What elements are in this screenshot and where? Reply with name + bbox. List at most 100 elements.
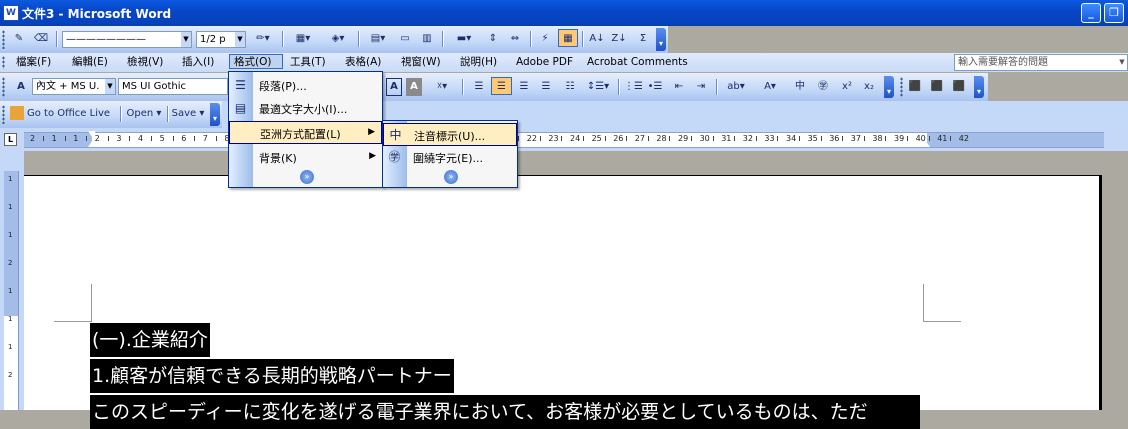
insert-table-icon[interactable]: ▤▾ <box>364 30 392 48</box>
menu-format[interactable]: 格式(O) <box>229 54 283 69</box>
font-color-icon[interactable]: A▾ <box>756 78 784 96</box>
eraser-icon[interactable]: ⌫ <box>32 30 50 48</box>
ruler-number: 2 <box>30 134 36 143</box>
superscript-icon[interactable]: x² <box>838 78 856 96</box>
sort-ascending-icon[interactable]: A↓ <box>588 30 606 48</box>
convert-and-email-icon[interactable]: ⬛ <box>928 78 946 96</box>
go-to-office-live-button[interactable]: Go to Office Live <box>10 105 116 123</box>
justify-icon[interactable]: ☰ <box>470 78 488 96</box>
help-question-input[interactable]: 輸入需要解答的問題 ▼ <box>954 54 1128 71</box>
tab-selector[interactable]: L <box>4 133 17 146</box>
character-scaling-icon[interactable]: ☓▾ <box>428 78 456 96</box>
ruler-number: 41 <box>937 134 948 143</box>
decrease-indent-icon[interactable]: ⇤ <box>670 78 688 96</box>
formatting-toolbar: A 內文 + MS U. ▼ MS UI Gothic A A ☓▾ ☰ ☰ ☰ … <box>0 73 988 101</box>
menu-table[interactable]: 表格(A) <box>345 55 381 70</box>
vertical-ruler[interactable]: 1 1 1 2 1 1 1 2 <box>4 171 19 410</box>
ruler-number: 28 <box>656 134 667 143</box>
borders-icon[interactable]: ▦▾ <box>288 30 318 48</box>
menu-item-fit-text[interactable]: ▤ 最適文字大小(I)... <box>229 97 382 120</box>
line-style-select[interactable]: ———————— ▼ <box>62 31 192 48</box>
line-weight-select[interactable]: 1/2 p ▼ <box>196 31 246 48</box>
sort-descending-icon[interactable]: Z↓ <box>610 30 628 48</box>
align-right-icon[interactable]: ☰ <box>537 78 555 96</box>
ruler-number: 1 <box>73 134 79 143</box>
toolbar-options-icon[interactable]: ▾ <box>210 103 220 126</box>
character-shading-icon[interactable]: A <box>406 78 422 96</box>
increase-indent-icon[interactable]: ⇥ <box>692 78 710 96</box>
numbering-icon[interactable]: ⋮☰ <box>624 78 642 96</box>
autoformat-icon[interactable]: ⚡ <box>536 30 554 48</box>
menu-edit[interactable]: 編輯(E) <box>72 55 108 70</box>
distribute-rows-icon[interactable]: ⇕ <box>484 30 502 48</box>
save-button[interactable]: Save ▾ <box>170 105 206 123</box>
menu-item-phonetic-guide[interactable]: 中 注音標示(U)... <box>383 123 517 146</box>
style-select[interactable]: 內文 + MS U. ▼ <box>32 78 116 95</box>
expand-menu-icon[interactable]: » <box>300 170 314 184</box>
ruler-number: 30 <box>699 134 710 143</box>
chevron-down-icon: ▼ <box>1117 55 1127 70</box>
border-color-icon[interactable]: ✏▾ <box>250 30 276 48</box>
character-border-icon[interactable]: A <box>386 78 402 96</box>
vruler-number: 1 <box>8 231 13 239</box>
right-indent-marker[interactable] <box>922 141 930 147</box>
line-spacing-icon[interactable]: ↕☰▾ <box>583 78 613 96</box>
ruler-number: 24 <box>570 134 581 143</box>
distribute-columns-icon[interactable]: ⇔ <box>506 30 524 48</box>
document-paragraph[interactable]: このスピーディーに変化を遂げる電子業界において、お客様が必要としているものは、た… <box>90 395 920 429</box>
hanging-indent-marker[interactable] <box>88 141 96 147</box>
align-left-icon[interactable]: ☰ <box>491 77 512 95</box>
phonetic-guide-icon[interactable]: 中 <box>790 78 810 96</box>
minimize-button[interactable]: _ <box>1081 3 1101 23</box>
menu-insert[interactable]: 插入(I) <box>182 55 214 70</box>
menu-view[interactable]: 檢視(V) <box>127 55 163 70</box>
toolbar-grip[interactable] <box>2 30 5 49</box>
expand-menu-icon[interactable]: » <box>444 170 458 184</box>
highlight-icon[interactable]: ab▾ <box>722 78 750 96</box>
word-app-icon[interactable]: W <box>3 5 19 21</box>
submenu-arrow-icon: ▶ <box>369 151 376 161</box>
styles-pane-icon[interactable]: A <box>12 78 30 96</box>
ruler-tick <box>712 136 714 141</box>
chevron-down-icon: ▼ <box>181 32 191 47</box>
ruler-tick <box>950 136 952 141</box>
align-icon[interactable]: ▬▾ <box>448 30 480 48</box>
toolbar-options-icon[interactable]: ▾ <box>656 28 666 51</box>
toolbar-options-icon[interactable]: ▾ <box>974 76 984 98</box>
font-select[interactable]: MS UI Gothic <box>118 78 228 95</box>
menu-item-asian-layout[interactable]: 亞洲方式配置(L) ▶ <box>229 121 382 144</box>
menu-adobe-pdf[interactable]: Adobe PDF <box>516 55 573 70</box>
open-button[interactable]: Open ▾ <box>124 105 164 123</box>
vruler-number: 2 <box>8 371 13 379</box>
ruler-tick <box>539 136 541 141</box>
enclose-characters-icon[interactable]: ㊫ <box>814 78 832 96</box>
menu-item-enclose-characters[interactable]: ㊫ 圍繞字元(E)... <box>383 146 517 169</box>
document-heading[interactable]: (一).企業紹介 <box>90 323 210 357</box>
merge-cells-icon[interactable]: ▭ <box>396 30 414 48</box>
convert-and-review-icon[interactable]: ⬛ <box>950 78 968 96</box>
menu-item-paragraph[interactable]: ☰ 段落(P)... <box>229 74 382 97</box>
ruler-tick <box>647 136 649 141</box>
document-page[interactable]: (一).企業紹介 1.顧客が信頼できる長期的戦略パートナー このスピーディーに変… <box>24 175 1102 429</box>
restore-button[interactable]: ❐ <box>1104 3 1124 23</box>
first-line-indent-marker[interactable] <box>88 131 96 137</box>
autosum-icon[interactable]: Σ <box>634 30 652 48</box>
menu-acrobat-comments[interactable]: Acrobat Comments <box>587 55 688 70</box>
table-grid-icon[interactable]: ▦ <box>558 29 578 47</box>
horizontal-ruler[interactable]: L 21123456789101112131415161718192021222… <box>0 128 1128 151</box>
menu-file[interactable]: 檔案(F) <box>16 55 51 70</box>
shading-color-icon[interactable]: ◈▾ <box>322 30 354 48</box>
document-subheading[interactable]: 1.顧客が信頼できる長期的戦略パートナー <box>90 359 454 393</box>
bullets-icon[interactable]: •☰ <box>646 78 664 96</box>
align-center-icon[interactable]: ☰ <box>515 78 533 96</box>
subscript-icon[interactable]: x₂ <box>860 78 878 96</box>
menu-tools[interactable]: 工具(T) <box>290 55 326 70</box>
distributed-icon[interactable]: ☷ <box>561 78 579 96</box>
menu-window[interactable]: 視窗(W) <box>401 55 441 70</box>
draw-table-icon[interactable]: ✎ <box>10 30 28 48</box>
split-cells-icon[interactable]: ▥ <box>418 30 436 48</box>
menu-help[interactable]: 說明(H) <box>460 55 497 70</box>
toolbar-options-icon[interactable]: ▾ <box>884 76 894 98</box>
convert-to-pdf-icon[interactable]: ⬛ <box>906 78 924 96</box>
menu-item-background[interactable]: 背景(K) ▶ <box>229 146 382 169</box>
